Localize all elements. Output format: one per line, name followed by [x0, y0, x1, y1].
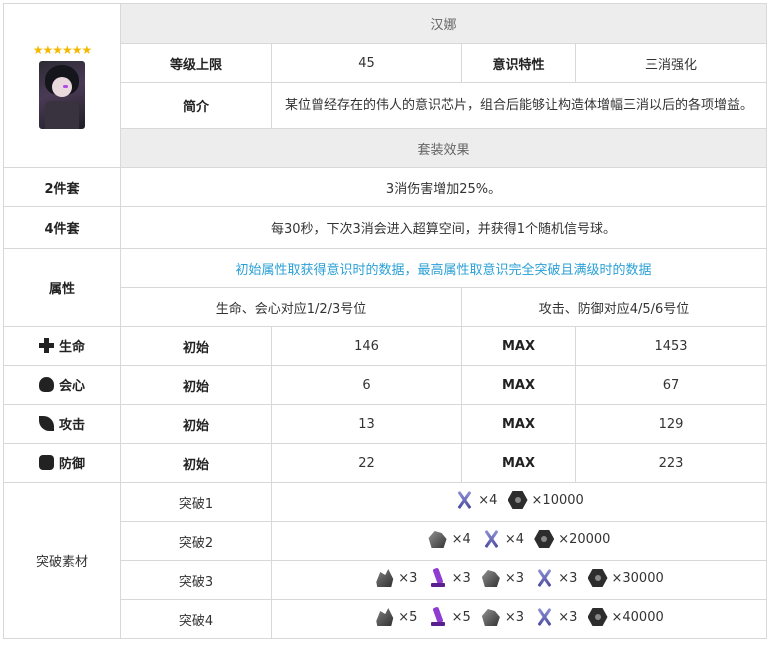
breakthrough-1-materials: ×4 ×10000: [270, 482, 768, 522]
trait-value: 三消强化: [574, 43, 768, 83]
material-qty: ×4: [478, 492, 498, 508]
hex-nut-icon: [534, 530, 555, 548]
material-qty: ×3: [504, 609, 525, 625]
init-value: 146: [271, 326, 462, 366]
init-value: 13: [271, 404, 462, 444]
purple-vial-icon: [428, 607, 448, 627]
material-qty: ×5: [451, 609, 471, 625]
memory-name: 汉娜: [119, 3, 768, 44]
stat-row-hp: 生命 初始 146 MAX 1453: [3, 326, 768, 366]
level-cap-label: 等级上限: [120, 43, 272, 83]
plus-icon: [38, 337, 54, 353]
star-rating: ★★★★★★: [32, 42, 93, 57]
material-qty: ×40000: [611, 609, 664, 625]
attribute-label: 属性: [3, 248, 121, 327]
four-piece-text: 每30秒，下次3消会进入超算空间，并获得1个随机信号球。: [119, 206, 768, 249]
character-portrait: [39, 60, 85, 129]
hex-nut-icon: [587, 608, 608, 626]
ore-chunk-icon: [481, 609, 500, 626]
rock-cluster-icon: [376, 569, 394, 587]
ore-chunk-icon: [481, 570, 500, 587]
material-qty: ×4: [504, 531, 525, 547]
intro-label: 简介: [120, 82, 272, 129]
max-label: MAX: [461, 326, 576, 366]
stat-label: 会心: [58, 378, 85, 394]
intro-text: 某位曾经存在的伟人的意识芯片，组合后能够让构造体增幅三消以后的各项增益。: [270, 82, 768, 129]
slot-123-header: 生命、会心对应1/2/3号位: [120, 287, 462, 327]
stat-row-defense: 防御 初始 22 MAX 223: [3, 443, 768, 483]
two-piece-text: 3消伤害增加25%。: [119, 167, 768, 207]
memory-info-table: ★★★★★★ 汉娜 等级上限 45 意识特性 三消强化 简介 某位曾经存在的伟人…: [3, 3, 768, 639]
max-value: 1453: [574, 326, 768, 366]
material-qty: ×3: [558, 609, 578, 625]
breakthrough-4-materials: ×5 ×5 ×3 ×3 ×40000: [270, 599, 768, 639]
cross-blade-icon: [481, 529, 501, 549]
material-qty: ×3: [451, 570, 471, 586]
max-value: 67: [574, 365, 768, 405]
trait-label: 意识特性: [461, 43, 576, 83]
init-label: 初始: [120, 443, 272, 483]
purple-vial-icon: [428, 568, 448, 588]
level-cap-value: 45: [271, 43, 462, 83]
breakthrough-3-label: 突破3: [120, 560, 272, 600]
breakthrough-1-label: 突破1: [120, 482, 272, 522]
material-qty: ×10000: [531, 492, 584, 508]
cross-blade-icon: [454, 490, 474, 510]
hex-nut-icon: [587, 569, 608, 587]
material-qty: ×30000: [611, 570, 664, 586]
set-effect-header: 套装效果: [119, 128, 768, 168]
portrait-cell: ★★★★★★: [3, 3, 121, 168]
ore-chunk-icon: [428, 531, 447, 548]
material-qty: ×3: [398, 570, 418, 586]
material-qty: ×3: [558, 570, 578, 586]
stat-label: 防御: [58, 456, 85, 472]
init-label: 初始: [120, 326, 272, 366]
breakthrough-4-label: 突破4: [120, 599, 272, 639]
init-value: 6: [271, 365, 462, 405]
cross-blade-icon: [534, 568, 554, 588]
init-label: 初始: [120, 365, 272, 405]
stat-row-crit: 会心 初始 6 MAX 67: [3, 365, 768, 405]
max-label: MAX: [461, 443, 576, 483]
breakthrough-label: 突破素材: [3, 482, 121, 639]
stat-label: 攻击: [58, 417, 85, 433]
material-qty: ×4: [451, 531, 471, 547]
material-qty: ×3: [504, 570, 525, 586]
four-piece-label: 4件套: [3, 206, 121, 249]
max-value: 223: [574, 443, 768, 483]
max-label: MAX: [461, 404, 576, 444]
shield-icon: [38, 454, 54, 470]
init-value: 22: [271, 443, 462, 483]
material-qty: ×20000: [558, 531, 611, 547]
skull-icon: [38, 376, 54, 392]
attribute-note: 初始属性取获得意识时的数据，最高属性取意识完全突破且满级时的数据: [119, 248, 768, 288]
init-label: 初始: [120, 404, 272, 444]
breakthrough-2-label: 突破2: [120, 521, 272, 561]
cross-blade-icon: [534, 607, 554, 627]
two-piece-label: 2件套: [3, 167, 121, 207]
leaf-icon: [38, 415, 54, 431]
breakthrough-2-materials: ×4 ×4 ×20000: [270, 521, 768, 561]
breakthrough-3-materials: ×3 ×3 ×3 ×3 ×30000: [270, 560, 768, 600]
hex-nut-icon: [507, 491, 528, 509]
rock-cluster-icon: [376, 608, 394, 626]
max-label: MAX: [461, 365, 576, 405]
max-value: 129: [574, 404, 768, 444]
material-qty: ×5: [398, 609, 418, 625]
stat-label: 生命: [58, 339, 85, 355]
slot-456-header: 攻击、防御对应4/5/6号位: [460, 287, 768, 327]
stat-row-attack: 攻击 初始 13 MAX 129: [3, 404, 768, 444]
